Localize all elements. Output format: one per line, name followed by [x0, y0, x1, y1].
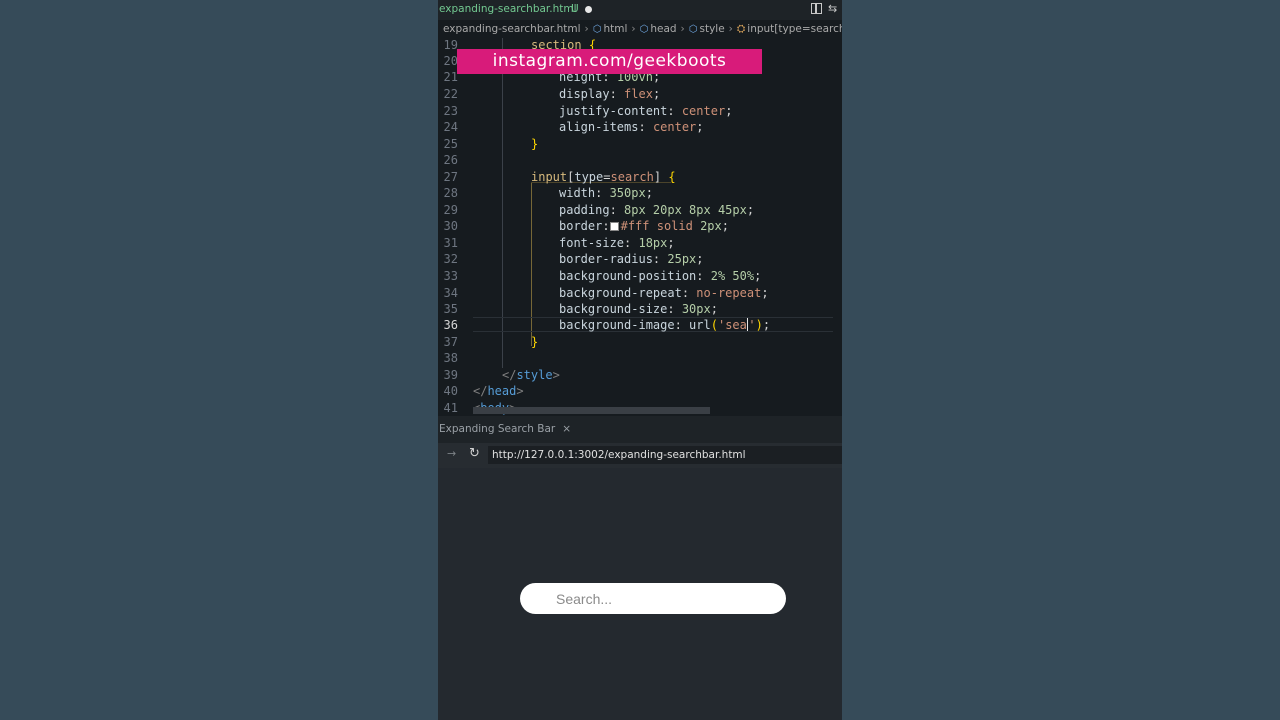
- cube-icon: ⬡: [688, 24, 698, 35]
- breadcrumb-selector[interactable]: input[type=search]: [747, 23, 842, 35]
- preview-page: [438, 468, 842, 720]
- reload-icon[interactable]: ↻: [469, 446, 480, 461]
- preview-tab-label: Expanding Search Bar: [439, 423, 556, 435]
- code-line[interactable]: }: [531, 137, 538, 151]
- line-number: 22: [443, 87, 458, 101]
- line-number: 24: [443, 120, 458, 134]
- close-icon[interactable]: ×: [562, 423, 571, 435]
- breadcrumb: expanding-searchbar.html › ⬡ html › ⬡ head › ⬡ st…: [438, 20, 842, 38]
- code-line[interactable]: font-size: 18px;: [559, 236, 675, 250]
- search-input[interactable]: [520, 583, 786, 614]
- cube-icon: ⬡: [592, 24, 602, 35]
- code-line[interactable]: display: flex;: [559, 87, 660, 101]
- back-arrow-icon[interactable]: →: [447, 447, 456, 460]
- line-number: 41: [443, 401, 458, 415]
- line-number: 34: [443, 286, 458, 300]
- split-editor-icon[interactable]: [811, 3, 822, 14]
- horizontal-scrollbar[interactable]: [473, 407, 710, 414]
- code-line[interactable]: </style>: [502, 368, 560, 382]
- line-number: 25: [443, 137, 458, 151]
- color-swatch-icon[interactable]: [609, 222, 619, 231]
- compare-icon[interactable]: ⇆: [828, 2, 837, 15]
- line-number: 32: [443, 252, 458, 266]
- code-line[interactable]: background-size: 30px;: [559, 302, 718, 316]
- code-line[interactable]: background-position: 2% 50%;: [559, 269, 761, 283]
- code-line-active[interactable]: background-image: url('sea ');: [559, 318, 770, 332]
- line-number: 35: [443, 302, 458, 316]
- editor-tab-bar: expanding-searchbar.html U ⇆: [438, 0, 842, 20]
- breadcrumb-head[interactable]: head: [650, 23, 676, 35]
- line-number: 20: [443, 54, 458, 68]
- line-number: 39: [443, 368, 458, 382]
- line-number: 38: [443, 351, 458, 365]
- line-number: 30: [443, 219, 458, 233]
- cube-icon: ⬡: [639, 24, 649, 35]
- code-line[interactable]: justify-content: center;: [559, 104, 732, 118]
- line-number: 37: [443, 335, 458, 349]
- phone-frame: expanding-searchbar.html U ⇆ expanding-s…: [438, 0, 842, 720]
- line-number: 27: [443, 170, 458, 184]
- line-number: 29: [443, 203, 458, 217]
- code-line[interactable]: align-items: center;: [559, 120, 704, 134]
- editor-tab-title[interactable]: expanding-searchbar.html: [439, 3, 577, 15]
- line-number: 33: [443, 269, 458, 283]
- line-number: 28: [443, 186, 458, 200]
- code-line[interactable]: width: 350px;: [559, 186, 653, 200]
- symbol-icon: ⛭: [736, 23, 746, 35]
- code-editor[interactable]: 19 section { 20 width: 100vw; 21 height:…: [438, 38, 842, 416]
- preview-tab-bar: Expanding Search Bar ×: [438, 416, 842, 443]
- code-line[interactable]: padding: 8px 20px 8px 45px;: [559, 203, 754, 217]
- breadcrumb-file[interactable]: expanding-searchbar.html: [443, 23, 581, 35]
- line-number-active: 36: [443, 318, 458, 332]
- code-line[interactable]: border: #fff solid 2px;: [559, 219, 729, 233]
- unsaved-dot-icon[interactable]: [585, 6, 592, 13]
- line-number: 19: [443, 38, 458, 52]
- preview-tab[interactable]: Expanding Search Bar ×: [438, 416, 571, 443]
- line-number: 31: [443, 236, 458, 250]
- line-number: 21: [443, 70, 458, 84]
- breadcrumb-style[interactable]: style: [699, 23, 724, 35]
- code-line[interactable]: background-repeat: no-repeat;: [559, 286, 769, 300]
- line-number: 40: [443, 384, 458, 398]
- line-number: 23: [443, 104, 458, 118]
- instagram-watermark: instagram.com/geekboots: [457, 49, 762, 74]
- code-line[interactable]: }: [531, 335, 538, 349]
- breadcrumb-html[interactable]: html: [603, 23, 627, 35]
- code-line[interactable]: input[type=search] {: [531, 170, 676, 184]
- code-line[interactable]: border-radius: 25px;: [559, 252, 704, 266]
- url-field[interactable]: http://127.0.0.1:3002/expanding-searchba…: [488, 446, 842, 464]
- line-number: 26: [443, 153, 458, 167]
- untracked-status: U: [571, 3, 579, 15]
- code-line[interactable]: </head>: [473, 384, 524, 398]
- preview-url-bar: → ↻ http://127.0.0.1:3002/expanding-sear…: [438, 443, 842, 468]
